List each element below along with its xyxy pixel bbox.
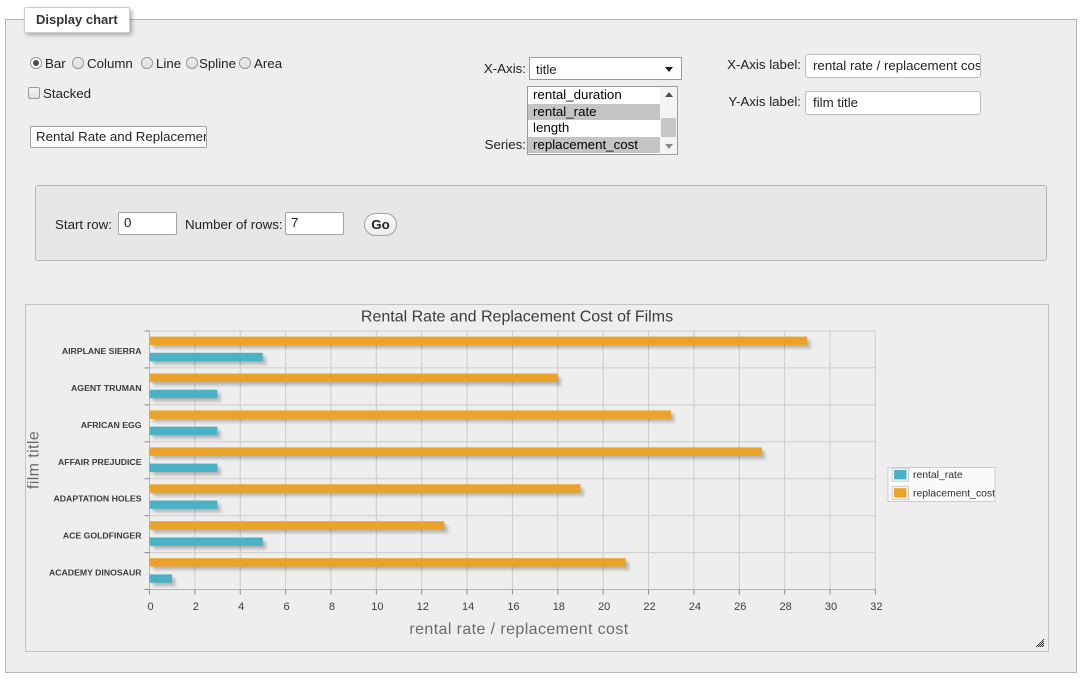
svg-text:30: 30 [825, 601, 837, 613]
svg-text:ADAPTATION HOLES: ADAPTATION HOLES [54, 494, 142, 504]
svg-text:6: 6 [284, 601, 290, 613]
svg-text:4: 4 [238, 601, 244, 613]
svg-text:18: 18 [553, 601, 565, 613]
svg-text:32: 32 [870, 601, 882, 613]
svg-text:ACADEMY DINOSAUR: ACADEMY DINOSAUR [49, 568, 142, 578]
svg-text:16: 16 [507, 601, 519, 613]
svg-text:AFRICAN EGG: AFRICAN EGG [81, 420, 142, 430]
svg-text:10: 10 [371, 601, 383, 613]
svg-text:AFFAIR PREJUDICE: AFFAIR PREJUDICE [58, 457, 142, 467]
svg-text:film title: film title [26, 431, 43, 489]
svg-text:AGENT TRUMAN: AGENT TRUMAN [71, 383, 141, 393]
svg-text:28: 28 [780, 601, 792, 613]
svg-text:26: 26 [734, 601, 746, 613]
svg-text:22: 22 [643, 601, 655, 613]
svg-text:replacement_cost: replacement_cost [913, 488, 995, 499]
svg-text:14: 14 [462, 601, 474, 613]
svg-text:AIRPLANE SIERRA: AIRPLANE SIERRA [62, 346, 142, 356]
svg-text:8: 8 [329, 601, 335, 613]
svg-text:20: 20 [598, 601, 610, 613]
svg-text:ACE GOLDFINGER: ACE GOLDFINGER [63, 531, 142, 541]
svg-text:0: 0 [147, 601, 153, 613]
svg-text:rental rate / replacement cost: rental rate / replacement cost [409, 621, 628, 638]
svg-text:2: 2 [193, 601, 199, 613]
svg-text:24: 24 [689, 601, 701, 613]
svg-text:12: 12 [417, 601, 429, 613]
svg-text:Rental Rate and Replacement Co: Rental Rate and Replacement Cost of Film… [361, 309, 673, 326]
svg-text:rental_rate: rental_rate [913, 470, 963, 481]
